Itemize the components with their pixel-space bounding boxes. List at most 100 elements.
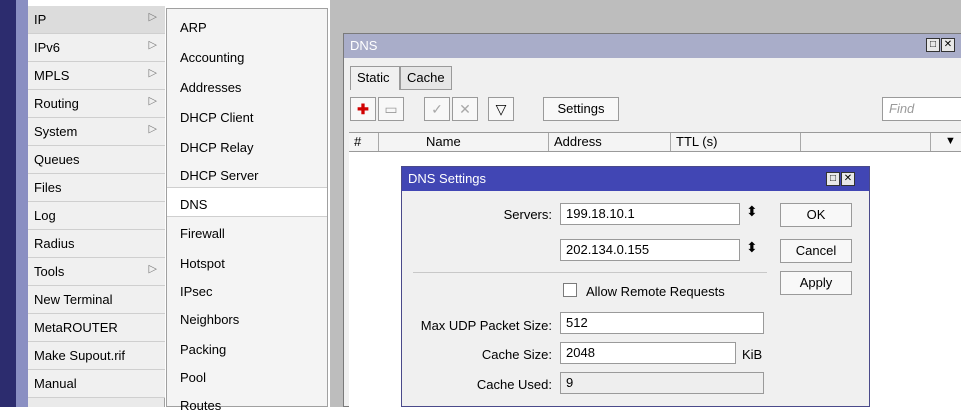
ok-button[interactable]: OK (780, 203, 852, 227)
close-icon[interactable]: ✕ (841, 172, 855, 186)
main-menu: IP ▷ IPv6 ▷ MPLS ▷ Routing ▷ System ▷ Qu… (28, 6, 165, 407)
menu-item-label: Log (34, 208, 56, 223)
column-header-name[interactable]: Name (421, 133, 549, 151)
close-icon[interactable]: ✕ (941, 38, 955, 52)
updown-arrows-icon[interactable]: ⬍ (746, 204, 758, 218)
submenu-item-routes[interactable]: Routes (167, 389, 327, 419)
cache-size-label: Cache Size: (481, 347, 552, 362)
menu-item-label: Manual (34, 376, 77, 391)
separator (413, 272, 767, 273)
cache-size-field[interactable]: 2048 (560, 342, 736, 364)
submenu-item-dhcp-server[interactable]: DHCP Server (167, 159, 327, 189)
column-header-address[interactable]: Address (549, 133, 671, 151)
menu-item-label: New Terminal (34, 292, 113, 307)
submenu-arrow-icon: ▷ (148, 39, 157, 51)
dns-window-titlebar[interactable]: DNS □ ✕ (344, 34, 961, 58)
submenu-item-label: Routes (180, 398, 222, 413)
submenu-arrow-icon: ▷ (148, 11, 157, 23)
menu-item-label: MetaROUTER (34, 320, 118, 335)
submenu-item-ipsec[interactable]: IPsec (167, 275, 327, 305)
submenu-arrow-icon: ▷ (148, 67, 157, 79)
servers-label: Servers: (503, 207, 552, 222)
menu-item-ipv6[interactable]: IPv6 ▷ (28, 34, 165, 62)
submenu-item-label: DHCP Relay (180, 140, 254, 155)
menu-item-mpls[interactable]: MPLS ▷ (28, 62, 165, 90)
submenu-arrow-icon: ▷ (148, 123, 157, 135)
submenu-item-label: Hotspot (180, 256, 225, 271)
find-input[interactable]: Find (882, 97, 961, 121)
filter-icon[interactable]: ▽ (488, 97, 514, 121)
left-sidebar-strip (0, 0, 16, 407)
dns-settings-titlebar[interactable]: DNS Settings □ ✕ (402, 167, 869, 191)
submenu-item-label: Packing (180, 342, 227, 357)
menu-item-label: MPLS (34, 68, 70, 83)
menu-item-system[interactable]: System ▷ (28, 118, 165, 146)
maximize-icon[interactable]: □ (826, 172, 840, 186)
column-header-number[interactable]: # (349, 133, 379, 151)
submenu-item-label: DNS (180, 197, 208, 212)
enable-icon[interactable]: ✓ (424, 97, 450, 121)
menu-item-files[interactable]: Files (28, 174, 165, 202)
submenu-item-label: Accounting (180, 50, 245, 65)
submenu-arrow-icon: ▷ (148, 263, 157, 275)
updown-arrows-icon[interactable]: ⬍ (746, 240, 758, 254)
submenu-item-dns[interactable]: DNS (167, 187, 327, 217)
submenu-item-accounting[interactable]: Accounting (167, 41, 327, 71)
submenu-item-label: Addresses (180, 80, 242, 95)
menu-item-new-terminal[interactable]: New Terminal (28, 286, 165, 314)
menu-item-queues[interactable]: Queues (28, 146, 165, 174)
ip-submenu: ARP Accounting Addresses DHCP Client DHC… (166, 8, 328, 413)
apply-button[interactable]: Apply (780, 271, 852, 295)
menu-item-metarouter[interactable]: MetaROUTER (28, 314, 165, 342)
add-icon[interactable]: ✚ (350, 97, 376, 121)
cache-size-unit: KiB (742, 347, 763, 362)
submenu-item-pool[interactable]: Pool (167, 361, 327, 391)
max-udp-packet-size-label: Max UDP Packet Size: (420, 318, 552, 333)
menu-item-label: Radius (34, 236, 75, 251)
submenu-arrow-icon: ▷ (148, 95, 157, 107)
menu-item-log[interactable]: Log (28, 202, 165, 230)
menu-item-tools[interactable]: Tools ▷ (28, 258, 165, 286)
menu-item-routing[interactable]: Routing ▷ (28, 90, 165, 118)
submenu-item-label: DHCP Server (180, 168, 259, 183)
submenu-item-firewall[interactable]: Firewall (167, 217, 327, 247)
dns-settings-dialog: DNS Settings □ ✕ Servers: 199.18.10.1 ⬍ … (401, 166, 870, 407)
submenu-item-arp[interactable]: ARP (167, 11, 327, 41)
menu-item-label: System (34, 124, 78, 139)
tab-static[interactable]: Static (350, 66, 400, 90)
allow-remote-requests-checkbox[interactable] (563, 283, 577, 297)
column-header-extra[interactable] (801, 133, 931, 151)
menu-item-label: Tools (34, 264, 65, 279)
dns-window-title: DNS (350, 38, 378, 53)
remove-icon[interactable]: ▭ (378, 97, 404, 121)
cancel-button[interactable]: Cancel (780, 239, 852, 263)
submenu-item-label: DHCP Client (180, 110, 254, 125)
column-header-ttl[interactable]: TTL (s) (671, 133, 801, 151)
server-2-field[interactable]: 202.134.0.155 (560, 239, 740, 261)
submenu-item-label: Pool (180, 370, 207, 385)
dns-settings-title: DNS Settings (408, 171, 487, 186)
menu-item-ip[interactable]: IP ▷ (28, 6, 165, 34)
settings-button[interactable]: Settings (543, 97, 619, 121)
allow-remote-requests-label: Allow Remote Requests (586, 284, 725, 299)
left-sidebar-strip-light (16, 0, 28, 407)
column-dropdown-icon[interactable]: ▼ (945, 135, 956, 147)
tab-cache[interactable]: Cache (400, 66, 452, 90)
max-udp-packet-size-field[interactable]: 512 (560, 312, 764, 334)
submenu-item-dhcp-client[interactable]: DHCP Client (167, 101, 327, 131)
submenu-item-label: Neighbors (180, 312, 240, 327)
submenu-item-packing[interactable]: Packing (167, 333, 327, 363)
menu-item-make-supout[interactable]: Make Supout.rif (28, 342, 165, 370)
maximize-icon[interactable]: □ (926, 38, 940, 52)
submenu-item-neighbors[interactable]: Neighbors (167, 303, 327, 333)
server-1-field[interactable]: 199.18.10.1 (560, 203, 740, 225)
disable-icon[interactable]: ✕ (452, 97, 478, 121)
submenu-item-label: ARP (180, 20, 207, 35)
submenu-item-hotspot[interactable]: Hotspot (167, 247, 327, 277)
submenu-item-label: IPsec (180, 284, 213, 299)
submenu-item-addresses[interactable]: Addresses (167, 71, 327, 101)
submenu-item-dhcp-relay[interactable]: DHCP Relay (167, 131, 327, 161)
menu-item-radius[interactable]: Radius (28, 230, 165, 258)
menu-item-manual[interactable]: Manual (28, 370, 165, 398)
menu-item-label: IP (34, 12, 47, 27)
